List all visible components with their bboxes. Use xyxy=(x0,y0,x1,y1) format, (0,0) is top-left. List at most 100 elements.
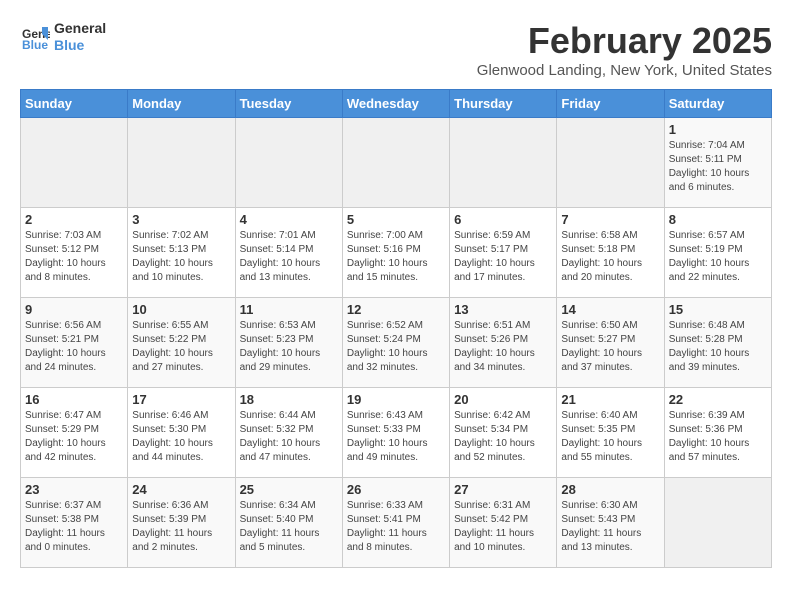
calendar-cell xyxy=(342,118,449,208)
day-detail: Sunrise: 6:37 AM Sunset: 5:38 PM Dayligh… xyxy=(25,499,123,555)
calendar-cell: 25 Sunrise: 6:34 AM Sunset: 5:40 PM Dayli… xyxy=(235,478,342,568)
day-number: 14 xyxy=(561,302,659,317)
calendar-cell: 10 Sunrise: 6:55 AM Sunset: 5:22 PM Dayli… xyxy=(128,298,235,388)
day-detail: Sunrise: 6:34 AM Sunset: 5:40 PM Dayligh… xyxy=(240,499,338,555)
day-number: 20 xyxy=(454,392,552,407)
calendar-cell: 2 Sunrise: 7:03 AM Sunset: 5:12 PM Daylig… xyxy=(21,208,128,298)
calendar-cell: 6 Sunrise: 6:59 AM Sunset: 5:17 PM Daylig… xyxy=(450,208,557,298)
day-detail: Sunrise: 7:03 AM Sunset: 5:12 PM Dayligh… xyxy=(25,229,123,285)
weekday-header-tuesday: Tuesday xyxy=(235,90,342,118)
calendar-cell: 13Sunrise: 6:51 AM Sunset: 5:26 PM Dayli… xyxy=(450,298,557,388)
weekday-header-wednesday: Wednesday xyxy=(342,90,449,118)
calendar-table: SundayMondayTuesdayWednesdayThursdayFrid… xyxy=(20,89,772,568)
day-detail: Sunrise: 6:57 AM Sunset: 5:19 PM Dayligh… xyxy=(669,229,767,285)
day-number: 8 xyxy=(669,212,767,227)
calendar-cell: 5Sunrise: 7:00 AM Sunset: 5:16 PM Daylig… xyxy=(342,208,449,298)
day-number: 2 xyxy=(25,212,123,227)
calendar-cell: 4 Sunrise: 7:01 AM Sunset: 5:14 PM Daylig… xyxy=(235,208,342,298)
day-number: 1 xyxy=(669,122,767,137)
day-detail: Sunrise: 6:47 AM Sunset: 5:29 PM Dayligh… xyxy=(25,409,123,465)
day-detail: Sunrise: 6:42 AM Sunset: 5:34 PM Dayligh… xyxy=(454,409,552,465)
day-detail: Sunrise: 6:55 AM Sunset: 5:22 PM Dayligh… xyxy=(132,319,230,375)
calendar-cell: 7 Sunrise: 6:58 AM Sunset: 5:18 PM Daylig… xyxy=(557,208,664,298)
logo: General Blue General Blue xyxy=(20,20,106,54)
day-detail: Sunrise: 6:44 AM Sunset: 5:32 PM Dayligh… xyxy=(240,409,338,465)
day-number: 22 xyxy=(669,392,767,407)
day-detail: Sunrise: 7:01 AM Sunset: 5:14 PM Dayligh… xyxy=(240,229,338,285)
day-number: 5 xyxy=(347,212,445,227)
calendar-cell: 22 Sunrise: 6:39 AM Sunset: 5:36 PM Dayli… xyxy=(664,388,771,478)
day-number: 11 xyxy=(240,302,338,317)
weekday-header-row: SundayMondayTuesdayWednesdayThursdayFrid… xyxy=(21,90,772,118)
calendar-cell: 23 Sunrise: 6:37 AM Sunset: 5:38 PM Dayli… xyxy=(21,478,128,568)
page-header: General Blue General Blue February 2025 … xyxy=(20,20,772,79)
calendar-cell: 1 Sunrise: 7:04 AM Sunset: 5:11 PM Daylig… xyxy=(664,118,771,208)
day-detail: Sunrise: 6:39 AM Sunset: 5:36 PM Dayligh… xyxy=(669,409,767,465)
calendar-cell: 17Sunrise: 6:46 AM Sunset: 5:30 PM Dayli… xyxy=(128,388,235,478)
day-detail: Sunrise: 6:48 AM Sunset: 5:28 PM Dayligh… xyxy=(669,319,767,375)
location: Glenwood Landing, New York, United State… xyxy=(477,62,772,79)
day-detail: Sunrise: 6:50 AM Sunset: 5:27 PM Dayligh… xyxy=(561,319,659,375)
day-number: 24 xyxy=(132,482,230,497)
day-detail: Sunrise: 6:33 AM Sunset: 5:41 PM Dayligh… xyxy=(347,499,445,555)
day-detail: Sunrise: 6:51 AM Sunset: 5:26 PM Dayligh… xyxy=(454,319,552,375)
calendar-cell: 27 Sunrise: 6:31 AM Sunset: 5:42 PM Dayli… xyxy=(450,478,557,568)
day-number: 26 xyxy=(347,482,445,497)
calendar-cell: 9 Sunrise: 6:56 AM Sunset: 5:21 PM Daylig… xyxy=(21,298,128,388)
calendar-cell: 3 Sunrise: 7:02 AM Sunset: 5:13 PM Daylig… xyxy=(128,208,235,298)
day-number: 12 xyxy=(347,302,445,317)
day-number: 23 xyxy=(25,482,123,497)
day-number: 21 xyxy=(561,392,659,407)
day-number: 7 xyxy=(561,212,659,227)
day-detail: Sunrise: 6:43 AM Sunset: 5:33 PM Dayligh… xyxy=(347,409,445,465)
logo-general: General xyxy=(54,20,106,37)
day-detail: Sunrise: 6:30 AM Sunset: 5:43 PM Dayligh… xyxy=(561,499,659,555)
day-number: 10 xyxy=(132,302,230,317)
calendar-cell: 15Sunrise: 6:48 AM Sunset: 5:28 PM Dayli… xyxy=(664,298,771,388)
calendar-cell: 18 Sunrise: 6:44 AM Sunset: 5:32 PM Dayli… xyxy=(235,388,342,478)
calendar-cell: 20 Sunrise: 6:42 AM Sunset: 5:34 PM Dayli… xyxy=(450,388,557,478)
weekday-header-saturday: Saturday xyxy=(664,90,771,118)
day-number: 6 xyxy=(454,212,552,227)
day-number: 27 xyxy=(454,482,552,497)
day-detail: Sunrise: 6:46 AM Sunset: 5:30 PM Dayligh… xyxy=(132,409,230,465)
calendar-row-0: 1 Sunrise: 7:04 AM Sunset: 5:11 PM Daylig… xyxy=(21,118,772,208)
day-number: 4 xyxy=(240,212,338,227)
day-detail: Sunrise: 6:31 AM Sunset: 5:42 PM Dayligh… xyxy=(454,499,552,555)
calendar-cell: 26 Sunrise: 6:33 AM Sunset: 5:41 PM Dayli… xyxy=(342,478,449,568)
day-detail: Sunrise: 6:40 AM Sunset: 5:35 PM Dayligh… xyxy=(561,409,659,465)
calendar-row-2: 9 Sunrise: 6:56 AM Sunset: 5:21 PM Daylig… xyxy=(21,298,772,388)
day-number: 3 xyxy=(132,212,230,227)
svg-text:Blue: Blue xyxy=(22,38,48,52)
day-detail: Sunrise: 6:36 AM Sunset: 5:39 PM Dayligh… xyxy=(132,499,230,555)
calendar-cell xyxy=(664,478,771,568)
day-detail: Sunrise: 6:53 AM Sunset: 5:23 PM Dayligh… xyxy=(240,319,338,375)
calendar-row-4: 23 Sunrise: 6:37 AM Sunset: 5:38 PM Dayli… xyxy=(21,478,772,568)
calendar-cell xyxy=(557,118,664,208)
calendar-cell: 16 Sunrise: 6:47 AM Sunset: 5:29 PM Dayli… xyxy=(21,388,128,478)
calendar-cell xyxy=(235,118,342,208)
day-detail: Sunrise: 6:58 AM Sunset: 5:18 PM Dayligh… xyxy=(561,229,659,285)
calendar-cell: 21 Sunrise: 6:40 AM Sunset: 5:35 PM Dayli… xyxy=(557,388,664,478)
title-block: February 2025 Glenwood Landing, New York… xyxy=(477,20,772,79)
calendar-cell xyxy=(21,118,128,208)
day-number: 16 xyxy=(25,392,123,407)
day-number: 18 xyxy=(240,392,338,407)
calendar-cell: 28 Sunrise: 6:30 AM Sunset: 5:43 PM Dayli… xyxy=(557,478,664,568)
logo-blue: Blue xyxy=(54,37,106,54)
calendar-cell: 11 Sunrise: 6:53 AM Sunset: 5:23 PM Dayli… xyxy=(235,298,342,388)
month-title: February 2025 xyxy=(477,20,772,62)
day-detail: Sunrise: 6:59 AM Sunset: 5:17 PM Dayligh… xyxy=(454,229,552,285)
calendar-cell: 19 Sunrise: 6:43 AM Sunset: 5:33 PM Dayli… xyxy=(342,388,449,478)
day-number: 19 xyxy=(347,392,445,407)
calendar-row-1: 2 Sunrise: 7:03 AM Sunset: 5:12 PM Daylig… xyxy=(21,208,772,298)
day-number: 28 xyxy=(561,482,659,497)
day-number: 9 xyxy=(25,302,123,317)
day-detail: Sunrise: 7:04 AM Sunset: 5:11 PM Dayligh… xyxy=(669,139,767,195)
weekday-header-thursday: Thursday xyxy=(450,90,557,118)
logo-icon: General Blue xyxy=(20,22,50,52)
day-number: 25 xyxy=(240,482,338,497)
calendar-row-3: 16 Sunrise: 6:47 AM Sunset: 5:29 PM Dayli… xyxy=(21,388,772,478)
day-detail: Sunrise: 6:56 AM Sunset: 5:21 PM Dayligh… xyxy=(25,319,123,375)
day-detail: Sunrise: 7:02 AM Sunset: 5:13 PM Dayligh… xyxy=(132,229,230,285)
